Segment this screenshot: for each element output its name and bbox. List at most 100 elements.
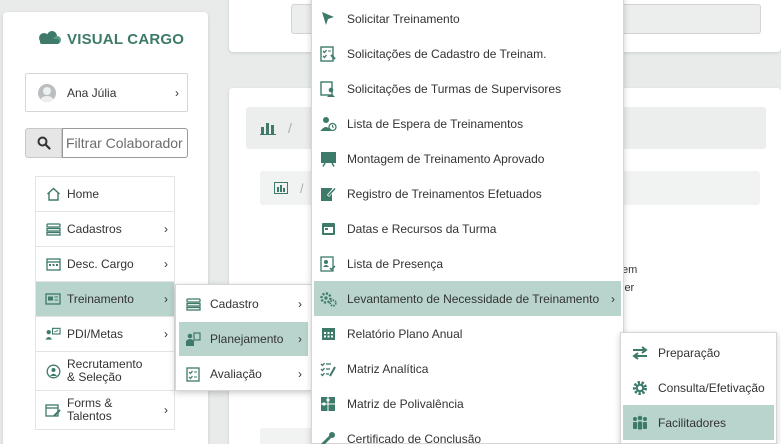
sidebar-item-treinamento[interactable]: Treinamento › (36, 282, 174, 317)
search-bar (25, 128, 188, 158)
puzzle-icon (319, 396, 337, 412)
sidebar-item-home[interactable]: Home (36, 177, 174, 212)
chevron-right-icon: › (164, 257, 168, 271)
menu-item-label: Levantamento de Necessidade de Treinamen… (347, 291, 600, 306)
presentation-icon (319, 151, 337, 167)
menu-item-consulta-efetivacao[interactable]: Consulta/Efetivação (623, 370, 774, 405)
logo-icon (37, 30, 63, 49)
background-text: em (622, 264, 638, 276)
user-profile-button[interactable]: Ana Júlia › (25, 73, 188, 112)
brand-logo[interactable]: VISUAL CARGO (37, 30, 184, 49)
sidebar-item-forms-talentos[interactable]: Forms & Talentos › (36, 391, 174, 430)
user-clock-icon (319, 116, 337, 132)
sidebar-item-label: Forms & Talentos (67, 396, 113, 423)
breadcrumb-separator: / (288, 120, 292, 136)
menu-item-montagem-treinamento[interactable]: Montagem de Treinamento Aprovado (314, 141, 621, 176)
submenu-levantamento: Preparação Consulta/Efetivação Facilitad… (620, 332, 777, 444)
menu-item-matriz-analitica[interactable]: Matriz Analítica (314, 351, 621, 386)
edit-doc-icon (319, 186, 337, 202)
chevron-right-icon: › (164, 292, 168, 306)
brand-name: VISUAL CARGO (67, 31, 185, 48)
calendar-icon (319, 221, 337, 237)
menu-item-label: Certificado de Conclusão (347, 431, 482, 444)
attendance-icon (319, 255, 337, 272)
planning-icon (185, 331, 201, 347)
menu-item-label: Planejamento (210, 332, 284, 346)
menu-item-label: Cadastro (210, 297, 259, 311)
menu-item-solicitar-treinamento[interactable]: Solicitar Treinamento (314, 1, 621, 36)
chevron-right-icon: › (298, 332, 302, 346)
chevron-right-icon: › (164, 403, 168, 417)
menu-item-avaliacao[interactable]: Avaliação › (179, 357, 308, 391)
calendar-grid-icon (319, 326, 337, 342)
menu-item-label: Montagem de Treinamento Aprovado (347, 151, 545, 166)
menu-item-certificado-conclusao[interactable]: Certificado de Conclusão (314, 421, 621, 444)
menu-item-label: Lista de Espera de Treinamentos (347, 116, 524, 131)
list-icon (45, 221, 61, 237)
menu-item-matriz-polivalencia[interactable]: Matriz de Polivalência (314, 386, 621, 421)
sidebar-item-label: Treinamento (67, 291, 134, 306)
gear-icon (631, 380, 649, 396)
chevron-right-icon: › (164, 327, 168, 341)
menu-item-solicitacoes-turmas[interactable]: Solicitações de Turmas de Supervisores (314, 71, 621, 106)
submenu-planejamento: Solicitar Treinamento Solicitações de Ca… (311, 0, 624, 444)
people-chart-icon (45, 326, 61, 342)
search-input[interactable] (62, 128, 188, 158)
home-icon (45, 186, 61, 202)
menu-item-label: Matriz Analítica (347, 361, 429, 376)
sidebar-item-label: Desc. Cargo (67, 256, 134, 271)
search-icon (37, 136, 51, 150)
menu-item-lista-presenca[interactable]: Lista de Presença (314, 246, 621, 281)
group-icon (631, 415, 649, 431)
menu-item-levantamento-necessidade[interactable]: Levantamento de Necessidade de Treinamen… (314, 281, 621, 316)
training-icon (45, 291, 61, 307)
menu-item-label: Registro de Treinamentos Efetuados (347, 186, 542, 201)
menu-item-label: Relatório Plano Anual (347, 326, 463, 341)
menu-item-lista-espera[interactable]: Lista de Espera de Treinamentos (314, 106, 621, 141)
avatar (38, 83, 56, 102)
menu-item-label: Solicitar Treinamento (347, 11, 460, 26)
sidebar-item-label: Cadastros (67, 221, 122, 236)
exchange-icon (631, 345, 649, 361)
certificate-icon (319, 431, 337, 444)
breadcrumb-separator: / (300, 180, 304, 196)
menu-item-label: Solicitações de Cadastro de Treinam. (347, 46, 547, 61)
matrix-list-icon (319, 361, 337, 377)
chevron-right-icon: › (164, 222, 168, 236)
sidebar-item-pdi-metas[interactable]: PDI/Metas › (36, 317, 174, 352)
menu-item-label: Solicitações de Turmas de Supervisores (347, 81, 562, 96)
bar-chart-icon (260, 123, 276, 135)
list-icon (185, 296, 201, 312)
menu-item-cadastro[interactable]: Cadastro › (179, 287, 308, 321)
menu-item-label: Avaliação (210, 367, 262, 381)
sidebar-item-cadastros[interactable]: Cadastros › (36, 212, 174, 247)
menu-item-registro-treinamentos[interactable]: Registro de Treinamentos Efetuados (314, 176, 621, 211)
chevron-right-icon: › (298, 367, 302, 381)
calendar-icon (45, 256, 61, 272)
menu-item-relatorio-plano-anual[interactable]: Relatório Plano Anual (314, 316, 621, 351)
sidebar-item-label: Home (67, 186, 100, 201)
user-name: Ana Júlia (67, 85, 117, 100)
menu-item-label: Datas e Recursos da Turma (347, 221, 497, 236)
search-button[interactable] (25, 128, 62, 158)
user-search-icon (45, 363, 61, 379)
menu-item-planejamento[interactable]: Planejamento › (179, 322, 308, 356)
menu-item-label: Facilitadores (658, 415, 727, 430)
chevron-right-icon: › (611, 291, 615, 306)
chevron-right-icon: › (175, 85, 179, 100)
menu-item-solicitacoes-cadastro[interactable]: Solicitações de Cadastro de Treinam. (314, 36, 621, 71)
menu-item-datas-recursos[interactable]: Datas e Recursos da Turma (314, 211, 621, 246)
menu-item-facilitadores[interactable]: Facilitadores (623, 405, 774, 440)
checklist-icon (185, 366, 201, 382)
pointer-icon (319, 11, 337, 27)
list-check-icon (319, 45, 337, 62)
form-edit-icon (45, 402, 61, 418)
sidebar-item-recrutamento[interactable]: Recrutamento & Seleção (36, 352, 174, 391)
chart-icon (274, 182, 288, 194)
sidebar-item-desc-cargo[interactable]: Desc. Cargo › (36, 247, 174, 282)
sidebar-nav: Home Cadastros › Desc. Cargo › Treinamen… (35, 176, 175, 430)
chevron-right-icon: › (298, 297, 302, 311)
menu-item-preparacao[interactable]: Preparação (623, 335, 774, 370)
menu-item-label: Preparação (658, 345, 721, 360)
sidebar-item-label: PDI/Metas (67, 326, 124, 341)
